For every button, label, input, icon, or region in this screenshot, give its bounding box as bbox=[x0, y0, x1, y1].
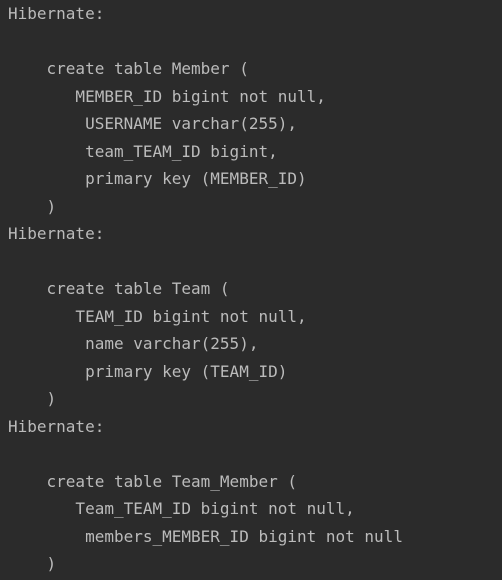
console-line-username: USERNAME varchar(255), bbox=[8, 114, 297, 133]
console-line-create-member: create table Member ( bbox=[8, 59, 249, 78]
console-line-primary-key-member: primary key (MEMBER_ID) bbox=[8, 169, 307, 188]
console-line-create-team: create table Team ( bbox=[8, 279, 230, 298]
console-line-hibernate-2: Hibernate: bbox=[8, 224, 114, 243]
console-line-team-id: TEAM_ID bigint not null, bbox=[8, 306, 307, 326]
console-line-close-paren-3: ) bbox=[8, 554, 57, 573]
console-output[interactable]: Hibernate: create table Member ( MEMBER_… bbox=[0, 0, 502, 580]
console-line-team-team-id-not-null: Team_TEAM_ID bigint not null, bbox=[8, 499, 355, 518]
console-line-hibernate-3: Hibernate: bbox=[8, 416, 114, 436]
console-line-primary-key-team: primary key (TEAM_ID) bbox=[8, 361, 288, 381]
console-line-hibernate-1: Hibernate: bbox=[8, 4, 114, 23]
console-line-name: name varchar(255), bbox=[8, 334, 259, 353]
console-line-close-paren-1: ) bbox=[8, 196, 57, 216]
console-line-team-team-id: team_TEAM_ID bigint, bbox=[8, 141, 278, 161]
console-line-member-id: MEMBER_ID bigint not null, bbox=[8, 86, 326, 106]
console-line-create-team-member: create table Team_Member ( bbox=[8, 471, 297, 491]
console-line-members-member-id: members_MEMBER_ID bigint not null bbox=[8, 526, 403, 546]
console-line-close-paren-2: ) bbox=[8, 389, 57, 408]
